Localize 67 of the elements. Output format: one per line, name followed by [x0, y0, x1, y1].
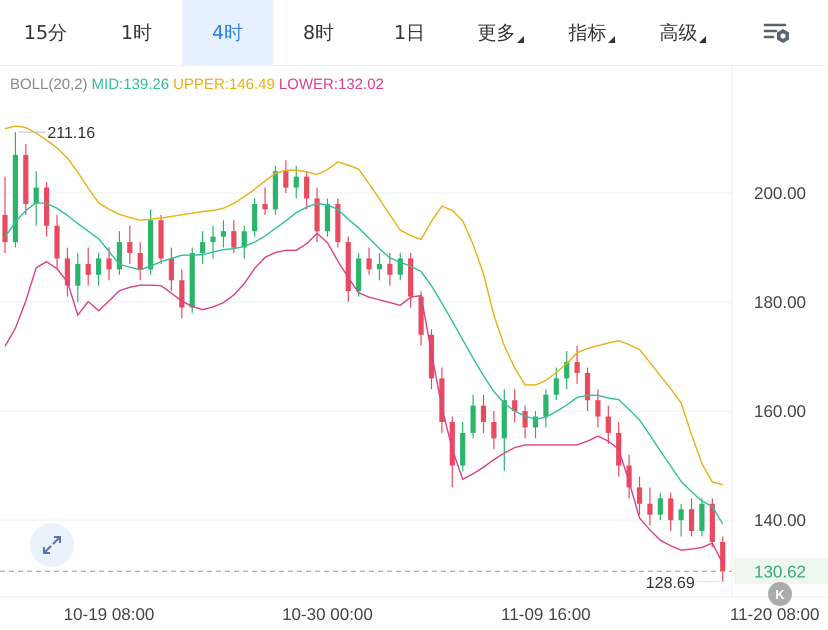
candlestick	[127, 225, 132, 264]
high-price-label: 211.16	[47, 125, 96, 142]
candlestick	[636, 476, 642, 516]
candlestick	[283, 160, 288, 194]
candlestick	[231, 220, 236, 254]
candlestick	[574, 345, 580, 384]
candlestick	[262, 186, 268, 216]
candlestick	[75, 252, 80, 303]
price-axis-label: 180.00	[754, 293, 806, 312]
candlestick	[647, 486, 653, 526]
candlestick	[220, 220, 226, 248]
candlestick	[606, 405, 611, 444]
candlestick	[398, 252, 403, 281]
timeframe-tab[interactable]: 更多	[455, 0, 546, 65]
leader-line	[696, 581, 720, 582]
candlestick	[554, 366, 559, 401]
caret-icon	[608, 36, 614, 43]
timeframe-tab[interactable]: 指标	[546, 0, 637, 65]
timeframe-tab[interactable]: 1日	[364, 0, 455, 65]
candlestick	[168, 246, 174, 292]
fullscreen-button[interactable]	[30, 523, 74, 567]
indicator-value: MID:139.26	[92, 76, 170, 93]
candlestick	[512, 388, 518, 423]
candlestick	[96, 252, 102, 286]
candlestick	[294, 165, 299, 200]
expand-icon	[40, 533, 64, 557]
candlestick	[658, 492, 663, 521]
timeframe-tab[interactable]: 4时	[182, 0, 273, 65]
candlestick	[688, 498, 694, 538]
price-axis-label: 200.00	[754, 184, 806, 204]
candlestick	[366, 246, 372, 276]
candlestick	[376, 252, 382, 281]
candlestick	[668, 492, 674, 532]
candlestick	[564, 350, 570, 390]
low-price-label: 128.69	[646, 574, 695, 592]
price-axis-label: 140.00	[754, 511, 806, 530]
candlestick	[387, 252, 392, 286]
candlestick	[86, 246, 91, 286]
candlestick	[543, 388, 548, 428]
price-axis-label: 160.00	[754, 402, 806, 422]
candlestick	[480, 394, 486, 434]
time-axis-label: 10-30 00:00	[282, 605, 373, 624]
candlestick	[138, 241, 143, 281]
timeframe-tab[interactable]: 8时	[273, 0, 364, 65]
candlestick	[242, 225, 247, 260]
candlestick	[106, 246, 112, 281]
candlestick	[491, 410, 496, 450]
time-axis-label: 11-09 16:00	[501, 605, 591, 624]
leader-line	[18, 132, 46, 133]
candlestick	[200, 230, 206, 264]
time-axis-label: 10-19 08:00	[64, 605, 154, 624]
caret-icon	[698, 36, 706, 43]
timeframe-tab[interactable]: 高级	[637, 0, 728, 65]
caret-icon	[516, 36, 524, 43]
candlestick	[34, 170, 39, 226]
indicator-value: UPPER:146.49	[173, 76, 275, 93]
candlestick	[595, 388, 601, 428]
indicator-name: BOLL(20,2)	[10, 76, 88, 93]
candlestick	[678, 503, 684, 538]
ref-line-label: 130.62	[754, 562, 806, 582]
indicator-value: LOWER:132.02	[278, 76, 384, 93]
timeframe-tab[interactable]: 15分	[0, 0, 91, 65]
time-axis-label: 11-20 08:00	[730, 605, 820, 624]
timeframe-tab[interactable]: 1时	[91, 0, 182, 65]
last-price-tag: 130.62	[734, 558, 828, 584]
candlestick	[210, 225, 216, 260]
candlestick	[304, 170, 310, 210]
